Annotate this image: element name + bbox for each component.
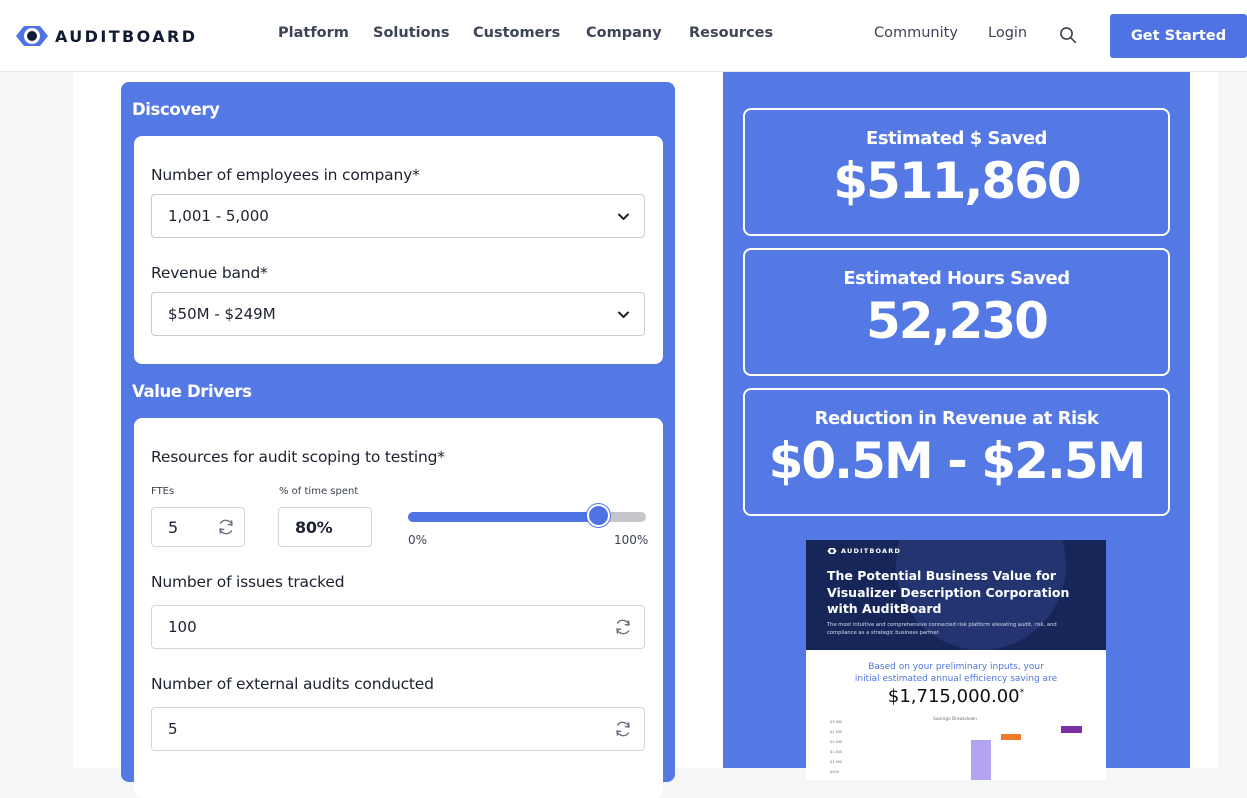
- revenue-selected-value: $50M - $249M: [168, 305, 276, 323]
- pct-time-value: 80%: [295, 517, 333, 537]
- time-slider-thumb[interactable]: [586, 504, 610, 527]
- search-icon[interactable]: [1059, 26, 1077, 44]
- report-y-tick: $500: [830, 770, 839, 774]
- report-chart-bar: [1061, 726, 1082, 733]
- report-title: The Potential Business Value for Visuali…: [827, 568, 1070, 616]
- logo-text: AUDITBOARD: [55, 26, 198, 46]
- ftes-input[interactable]: 5: [151, 507, 245, 547]
- calculator-input-panel: Discovery Number of employees in company…: [121, 82, 675, 798]
- report-subtitle-line-2: initial estimated annual efficiency savi…: [854, 674, 1058, 684]
- time-slider-track[interactable]: [408, 512, 646, 522]
- report-y-tick: $2,000: [830, 740, 843, 744]
- refresh-icon[interactable]: [613, 719, 633, 739]
- nav-resources[interactable]: Resources: [689, 25, 773, 41]
- report-chart-bar: [971, 740, 991, 780]
- refresh-icon[interactable]: [613, 617, 633, 637]
- nav-platform[interactable]: Platform: [278, 25, 349, 41]
- nav-customers[interactable]: Customers: [473, 25, 560, 41]
- dollars-saved-value: $511,860: [833, 152, 1082, 210]
- results-panel: Estimated $ Saved $511,860 Estimated Hou…: [723, 72, 1190, 780]
- top-navigation: AUDITBOARD Platform Solutions Customers …: [0, 0, 1247, 72]
- report-amount-mark: *: [1019, 688, 1025, 698]
- dollars-saved-card: Estimated $ Saved $511,860: [743, 108, 1170, 236]
- report-logo: AUDITBOARD: [827, 547, 901, 555]
- employees-select[interactable]: 1,001 - 5,000: [151, 194, 645, 238]
- ftes-label: FTEs: [151, 486, 175, 497]
- pct-time-input[interactable]: 80%: [278, 507, 372, 547]
- audits-value: 5: [168, 720, 178, 738]
- report-logo-text: AUDITBOARD: [841, 547, 902, 555]
- audits-input[interactable]: 5: [151, 707, 645, 751]
- employees-label: Number of employees in company*: [151, 166, 420, 184]
- auditboard-logo-icon: [827, 548, 837, 554]
- revenue-label: Revenue band*: [151, 264, 268, 282]
- auditboard-logo-icon: [16, 26, 48, 46]
- report-y-tick: $1,500: [830, 750, 843, 754]
- audits-label: Number of external audits conducted: [151, 675, 434, 693]
- report-chart-caption: Savings Breakdown: [933, 717, 978, 722]
- revenue-select[interactable]: $50M - $249M: [151, 292, 645, 336]
- chevron-down-icon: [618, 311, 629, 318]
- hours-saved-label: Estimated Hours Saved: [843, 268, 1070, 289]
- revenue-risk-label: Reduction in Revenue at Risk: [814, 408, 1099, 429]
- revenue-risk-value: $0.5M - $2.5M: [768, 432, 1147, 490]
- dollars-saved-label: Estimated $ Saved: [866, 128, 1047, 149]
- hours-saved-value: 52,230: [866, 292, 1049, 350]
- slider-max-label: 100%: [614, 533, 649, 547]
- revenue-risk-card: Reduction in Revenue at Risk $0.5M - $2.…: [743, 388, 1170, 516]
- report-subtitle-line-1: Based on your preliminary inputs, your: [868, 662, 1044, 672]
- report-description: The most intuitive and comprehensive con…: [827, 622, 1057, 636]
- slider-min-label: 0%: [408, 533, 428, 547]
- report-y-tick: $2,500: [830, 730, 843, 734]
- nav-solutions[interactable]: Solutions: [373, 25, 450, 41]
- report-preview[interactable]: AUDITBOARD The Potential Business Value …: [806, 540, 1106, 780]
- time-slider-fill: [408, 512, 599, 522]
- issues-value: 100: [168, 618, 197, 636]
- discovery-card: Number of employees in company* 1,001 - …: [134, 136, 663, 364]
- get-started-button[interactable]: Get Started: [1110, 14, 1247, 58]
- nav-login[interactable]: Login: [988, 25, 1027, 41]
- report-y-tick: $1,000: [830, 760, 843, 764]
- discovery-heading: Discovery: [132, 100, 220, 119]
- auditboard-logo[interactable]: AUDITBOARD: [15, 23, 197, 49]
- report-amount-value: $1,715,000.00: [887, 686, 1020, 707]
- nav-community[interactable]: Community: [874, 25, 958, 41]
- employees-selected-value: 1,001 - 5,000: [168, 207, 269, 225]
- report-chart-bar: [1001, 734, 1021, 740]
- value-drivers-heading: Value Drivers: [132, 382, 252, 401]
- hours-saved-card: Estimated Hours Saved 52,230: [743, 248, 1170, 376]
- ftes-value: 5: [168, 517, 179, 537]
- report-y-tick: $3,000: [830, 720, 843, 724]
- resources-label: Resources for audit scoping to testing*: [151, 448, 445, 466]
- report-total-savings: $1,715,000.00*: [806, 686, 1106, 707]
- pct-time-label: % of time spent: [279, 486, 359, 497]
- issues-label: Number of issues tracked: [151, 573, 345, 591]
- nav-company[interactable]: Company: [586, 25, 662, 41]
- issues-input[interactable]: 100: [151, 605, 645, 649]
- report-header: AUDITBOARD The Potential Business Value …: [806, 540, 1106, 650]
- refresh-icon[interactable]: [216, 517, 236, 537]
- value-drivers-card: Resources for audit scoping to testing* …: [134, 418, 663, 798]
- chevron-down-icon: [618, 213, 629, 220]
